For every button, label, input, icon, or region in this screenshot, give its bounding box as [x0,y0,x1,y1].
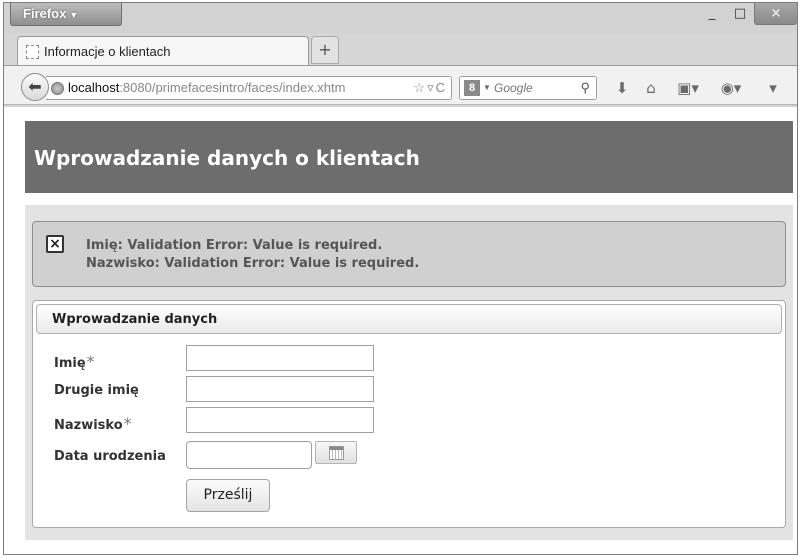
url-path: :8080/primefacesintro/faces/index.xhtm [119,80,346,95]
error-messages: × Imię: Validation Error: Value is requi… [32,221,786,287]
url-bar-actions: ☆▿C [409,77,451,99]
menu-overflow-icon[interactable]: ▾ [763,78,783,98]
firefox-menu-label: Firefox [23,6,67,21]
minimize-button[interactable]: _ [698,3,726,25]
content-area: × Imię: Validation Error: Value is requi… [25,205,793,540]
required-mark: * [123,414,132,433]
title-bar: Firefox ▼ _ □ × [4,3,797,33]
bookmark-star-icon[interactable]: ☆ [413,80,427,95]
back-arrow-icon: ⬅ [28,77,42,96]
middle-name-label: Drugie imię [54,383,139,398]
page-viewport: Wprowadzanie danych o klientach × Imię: … [4,106,797,554]
addon-icon[interactable]: ◉▾ [714,78,748,98]
search-bar[interactable]: 8 ▼ Google ⚲ [459,76,597,100]
site-identity-icon[interactable] [51,82,64,95]
bookmarks-menu-icon[interactable]: ▣▾ [671,78,705,98]
last-name-label: Nazwisko* [54,414,132,433]
form-row-last-name: Nazwisko* [33,407,785,435]
error-close-icon: × [46,235,64,253]
form-row-middle-name: Drugie imię [33,376,785,404]
calendar-button[interactable] [315,441,357,464]
tab-title: Informacje o klientach [44,44,171,59]
home-icon[interactable]: ⌂ [640,78,662,98]
first-name-label-text: Imię [54,356,86,371]
error-message: Nazwisko: Validation Error: Value is req… [86,256,420,271]
browser-tab[interactable]: Informacje o klientach [17,36,309,66]
downloads-icon[interactable]: ⬇ [611,78,633,98]
chevron-down-icon: ▼ [69,10,79,20]
url-bar[interactable]: localhost:8080/primefacesintro/faces/ind… [46,76,452,100]
data-entry-panel: Wprowadzanie danych Imię* Drugie imię Na… [32,300,786,528]
navigation-bar: localhost:8080/primefacesintro/faces/ind… [4,65,797,105]
birth-date-label: Data urodzenia [54,449,166,464]
first-name-input[interactable] [186,345,374,371]
birth-date-input[interactable] [186,441,312,469]
last-name-input[interactable] [186,407,374,433]
search-icon[interactable]: ⚲ [580,77,590,99]
firefox-menu-button[interactable]: Firefox ▼ [10,3,122,26]
error-message-list: Imię: Validation Error: Value is require… [86,237,419,273]
calendar-icon [329,446,344,460]
close-window-button[interactable]: × [754,3,797,25]
history-dropdown-icon[interactable]: ▿ [427,80,436,95]
browser-window: Firefox ▼ _ □ × Informacje o klientach + … [3,2,798,555]
new-tab-button[interactable]: + [311,36,339,64]
maximize-button[interactable]: □ [726,3,754,25]
page-icon [26,45,39,59]
page-title: Wprowadzanie danych o klientach [34,146,420,170]
submit-button[interactable]: Prześlij [186,479,270,512]
form-row-birth-date: Data urodzenia [33,441,785,469]
window-controls: _ □ × [698,3,797,25]
error-message: Imię: Validation Error: Value is require… [86,238,383,253]
first-name-label: Imię* [54,352,95,371]
page-header: Wprowadzanie danych o klientach [25,121,793,193]
search-placeholder: Google [494,81,533,95]
back-button[interactable]: ⬅ [21,73,49,101]
search-engine-icon[interactable]: 8 [464,80,480,96]
required-mark: * [86,352,95,371]
form-row-first-name: Imię* [33,345,785,373]
last-name-label-text: Nazwisko [54,418,123,433]
url-host: localhost [68,80,120,95]
reload-icon[interactable]: C [436,80,447,95]
chevron-down-icon: ▼ [483,83,491,92]
panel-title: Wprowadzanie danych [36,304,782,334]
middle-name-input[interactable] [186,376,374,402]
